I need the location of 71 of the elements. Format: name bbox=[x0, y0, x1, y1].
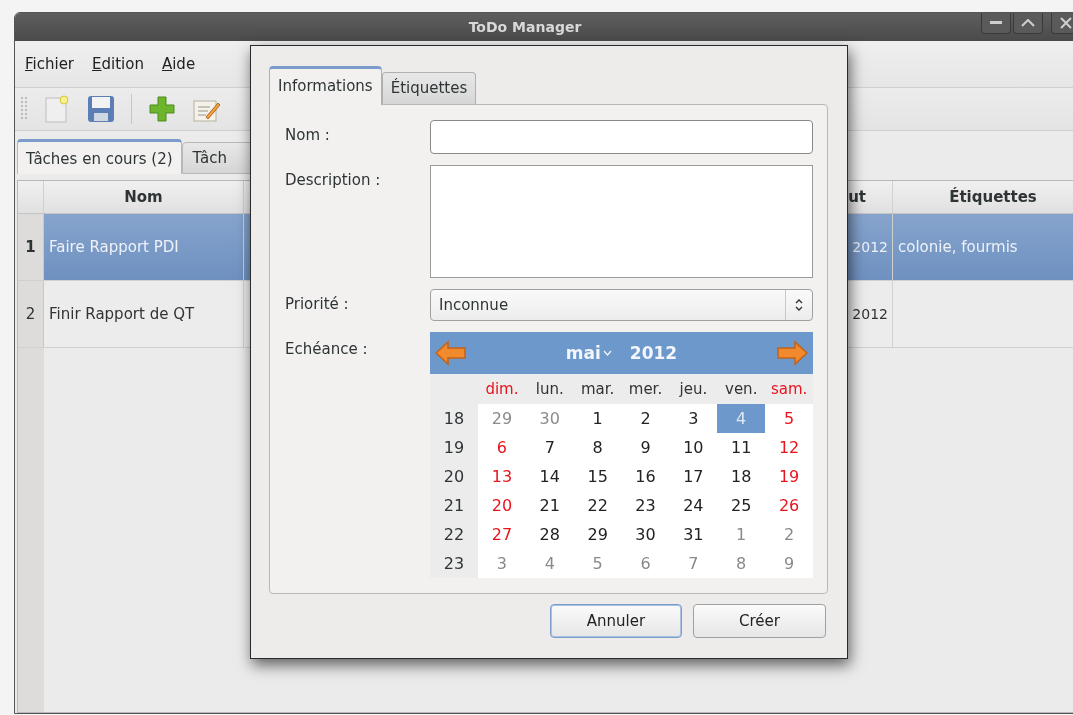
calendar-day[interactable]: 29 bbox=[478, 404, 526, 433]
weekday-label: sam. bbox=[769, 379, 809, 400]
calendar-day[interactable]: 19 bbox=[765, 462, 813, 491]
table-cell: Faire Rapport PDI bbox=[44, 214, 244, 280]
menu-item[interactable]: Fichier bbox=[25, 55, 75, 73]
create-button[interactable]: Créer bbox=[693, 604, 826, 638]
field-label: Echéance : bbox=[285, 339, 369, 360]
weekday-label: mar. bbox=[579, 379, 616, 400]
calendar-day[interactable]: 15 bbox=[573, 462, 622, 491]
week-number: 21 bbox=[442, 495, 466, 517]
weekday-label: ven. bbox=[724, 379, 759, 400]
column-header[interactable]: Nom bbox=[44, 181, 244, 213]
calendar-day[interactable]: 9 bbox=[765, 549, 813, 578]
calendar-day[interactable]: 20 bbox=[478, 491, 526, 520]
week-number: 19 bbox=[442, 437, 466, 459]
calendar-day[interactable]: 10 bbox=[669, 433, 718, 462]
calendar-day[interactable]: 5 bbox=[765, 404, 813, 433]
week-number: 20 bbox=[442, 466, 466, 488]
calendar-day[interactable]: 18 bbox=[717, 462, 766, 491]
week-number: 22 bbox=[442, 524, 466, 546]
field-label: Priorité : bbox=[285, 294, 350, 315]
calendar-day[interactable]: 3 bbox=[669, 404, 718, 433]
weekday-label: lun. bbox=[534, 379, 565, 400]
calendar-day[interactable]: 22 bbox=[573, 491, 622, 520]
calendar-day[interactable]: 16 bbox=[621, 462, 670, 491]
calendar-day[interactable]: 3 bbox=[478, 549, 526, 578]
calendar-day[interactable]: 28 bbox=[525, 520, 574, 549]
field-label: Nom : bbox=[285, 125, 331, 146]
window-title: ToDo Manager bbox=[468, 19, 582, 35]
field-label: Description : bbox=[285, 170, 382, 191]
calendar-day[interactable]: 26 bbox=[765, 491, 813, 520]
calendar-day[interactable]: 8 bbox=[573, 433, 622, 462]
calendar-day[interactable]: 27 bbox=[478, 520, 526, 549]
calendar-day[interactable]: 14 bbox=[525, 462, 574, 491]
row-number: 1 bbox=[18, 214, 44, 280]
calendar-day[interactable]: 25 bbox=[717, 491, 766, 520]
calendar-day[interactable]: 21 bbox=[525, 491, 574, 520]
calendar-day[interactable]: 30 bbox=[525, 404, 574, 433]
calendar-day[interactable]: 8 bbox=[717, 549, 766, 578]
calendar-day[interactable]: 17 bbox=[669, 462, 718, 491]
calendar-day[interactable]: 7 bbox=[525, 433, 574, 462]
calendar-day[interactable]: 24 bbox=[669, 491, 718, 520]
table-cell: Finir Rapport de QT bbox=[44, 281, 244, 347]
tab[interactable]: Étiquettes bbox=[381, 72, 477, 104]
calendar-day[interactable]: 31 bbox=[669, 520, 718, 549]
calendar-day[interactable]: 1 bbox=[573, 404, 622, 433]
calendar-day[interactable]: 29 bbox=[573, 520, 622, 549]
table-cell: colonie, fourmis bbox=[893, 214, 1073, 280]
column-header[interactable]: Étiquettes bbox=[893, 181, 1073, 213]
weekday-label: jeu. bbox=[678, 379, 709, 400]
menu-item[interactable]: Aide bbox=[161, 55, 196, 73]
calendar-day[interactable]: 13 bbox=[478, 462, 526, 491]
calendar-day[interactable]: 6 bbox=[621, 549, 670, 578]
calendar-day[interactable]: 30 bbox=[621, 520, 670, 549]
week-number: 18 bbox=[442, 408, 466, 430]
tab[interactable]: Informations bbox=[269, 66, 382, 105]
year-label: 2012 bbox=[629, 343, 678, 363]
tab[interactable]: Tâches en cours (2) bbox=[17, 139, 182, 174]
calendar-day[interactable]: 2 bbox=[621, 404, 670, 433]
priority-dropdown[interactable]: Inconnue bbox=[430, 289, 813, 321]
cancel-button[interactable]: Annuler bbox=[550, 604, 682, 638]
calendar-day[interactable]: 6 bbox=[478, 433, 526, 462]
calendar-day[interactable]: 12 bbox=[765, 433, 813, 462]
calendar-day[interactable]: 23 bbox=[621, 491, 670, 520]
weekday-label: dim. bbox=[484, 379, 520, 400]
calendar-day[interactable]: 11 bbox=[717, 433, 766, 462]
weekday-label: mer. bbox=[627, 379, 664, 400]
menu-item[interactable]: Edition bbox=[92, 55, 144, 73]
row-number: 2 bbox=[18, 281, 44, 347]
week-number: 23 bbox=[442, 553, 466, 575]
calendar-day[interactable]: 9 bbox=[621, 433, 670, 462]
